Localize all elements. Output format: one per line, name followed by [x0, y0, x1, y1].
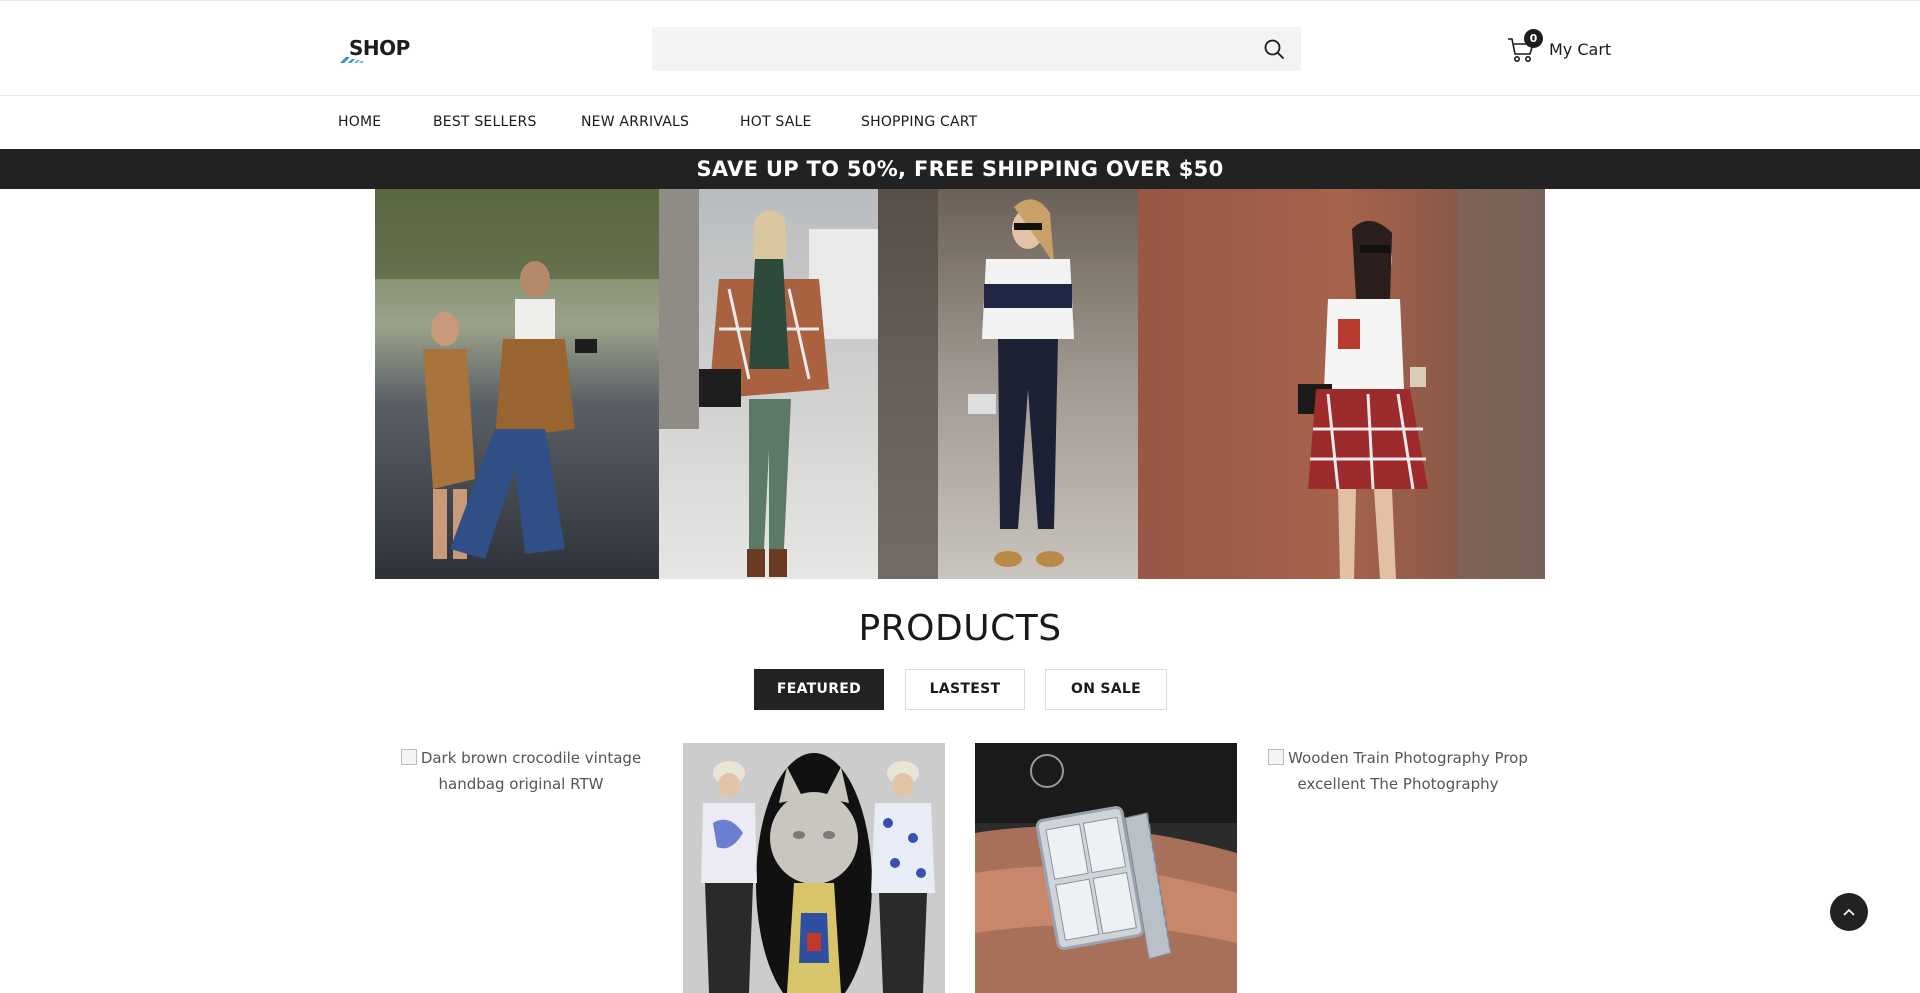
nav-item-hot-sale[interactable]: HOT SALE [740, 114, 812, 130]
search-bar [652, 27, 1301, 71]
search-input[interactable] [652, 27, 1252, 71]
product-image-watch [975, 743, 1237, 993]
street-style-photo-2 [659, 189, 878, 579]
product-image-alt-text: Dark brown crocodile vintage handbag ori… [420, 749, 642, 793]
broken-image-icon [400, 749, 417, 765]
product-card-2[interactable] [683, 743, 945, 993]
promo-text: SAVE UP TO 50%, FREE SHIPPING OVER $50 [696, 157, 1224, 181]
chevron-up-icon [1843, 908, 1855, 916]
product-image-alt: Wooden Train Photography Prop excellent … [1267, 743, 1529, 797]
tab-lastest[interactable]: LASTEST [905, 669, 1025, 710]
tab-featured[interactable]: FEATURED [754, 669, 884, 710]
street-style-photo-3 [878, 189, 1138, 579]
product-card-3[interactable] [975, 743, 1237, 993]
cart-label: My Cart [1549, 40, 1612, 59]
product-card-4[interactable]: Wooden Train Photography Prop excellent … [1267, 743, 1529, 993]
cart-button[interactable]: 0 My Cart [1506, 29, 1616, 67]
product-image-runway [683, 743, 945, 993]
main-nav: HOME BEST SELLERS NEW ARRIVALS HOT SALE … [0, 96, 1920, 149]
hero-banner[interactable] [375, 189, 1545, 579]
back-to-top-button[interactable] [1830, 893, 1868, 931]
cart-count-badge: 0 [1524, 29, 1543, 48]
tab-on-sale[interactable]: ON SALE [1045, 669, 1167, 710]
nav-item-home[interactable]: HOME [338, 114, 381, 130]
product-image-alt: Dark brown crocodile vintage handbag ori… [390, 743, 652, 797]
nav-item-new-arrivals[interactable]: NEW ARRIVALS [581, 114, 689, 130]
street-style-photo-1 [375, 189, 659, 579]
broken-image-icon [1268, 749, 1285, 765]
site-header: SHOP 0 My Cart [0, 0, 1920, 96]
promo-bar: SAVE UP TO 50%, FREE SHIPPING OVER $50 [0, 149, 1920, 189]
product-card-1[interactable]: Dark brown crocodile vintage handbag ori… [390, 743, 652, 993]
shop-logo[interactable]: SHOP [340, 35, 412, 65]
nav-item-shopping-cart[interactable]: SHOPPING CART [861, 114, 977, 130]
logo-accent-icon [340, 57, 364, 63]
search-icon[interactable] [1263, 38, 1285, 60]
product-image-alt-text: Wooden Train Photography Prop excellent … [1288, 749, 1528, 793]
nav-item-best-sellers[interactable]: BEST SELLERS [433, 114, 537, 130]
street-style-photo-4 [1138, 189, 1545, 579]
products-heading: PRODUCTS [858, 608, 1062, 649]
